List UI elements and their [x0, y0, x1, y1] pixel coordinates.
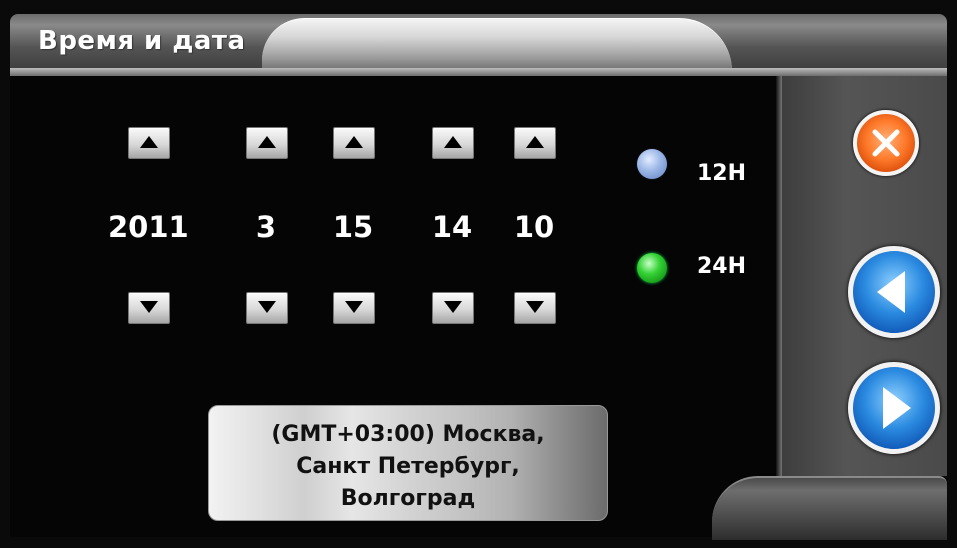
hour-up-button[interactable]: [432, 127, 474, 159]
day-down-button[interactable]: [333, 292, 375, 324]
forward-button[interactable]: [848, 362, 940, 454]
year-up-button[interactable]: [128, 127, 170, 159]
arrow-down-icon: [444, 301, 462, 313]
header-tab-decoration: [262, 18, 732, 71]
timezone-selector[interactable]: (GMT+03:00) Москва, Санкт Петербург, Вол…: [208, 405, 608, 521]
arrow-up-icon: [345, 136, 363, 148]
arrow-down-icon: [526, 301, 544, 313]
arrow-up-icon: [444, 136, 462, 148]
back-button[interactable]: [848, 246, 940, 338]
minute-value: 10: [513, 210, 555, 244]
day-value: 15: [332, 210, 374, 244]
minute-down-button[interactable]: [514, 292, 556, 324]
month-down-button[interactable]: [246, 292, 288, 324]
header-divider: [10, 68, 947, 76]
side-divider: [776, 76, 782, 476]
hour-down-button[interactable]: [432, 292, 474, 324]
arrow-down-icon: [345, 301, 363, 313]
hour-value: 14: [431, 210, 473, 244]
arrow-up-icon: [140, 136, 158, 148]
page-title: Время и дата: [38, 26, 246, 56]
timezone-line-2: Санкт Петербург,: [296, 454, 520, 479]
arrow-left-icon: [877, 271, 905, 313]
arrow-up-icon: [258, 136, 276, 148]
arrow-down-icon: [140, 301, 158, 313]
radio-24h-label: 24H: [697, 254, 747, 279]
close-button[interactable]: [853, 110, 919, 176]
minute-up-button[interactable]: [514, 127, 556, 159]
year-down-button[interactable]: [128, 292, 170, 324]
day-up-button[interactable]: [333, 127, 375, 159]
year-value: 2011: [108, 210, 189, 244]
radio-24h[interactable]: [637, 253, 667, 283]
radio-12h[interactable]: [637, 149, 667, 179]
radio-12h-label: 12H: [697, 161, 747, 186]
arrow-up-icon: [526, 136, 544, 148]
timezone-line-1: (GMT+03:00) Москва,: [271, 422, 545, 447]
month-up-button[interactable]: [246, 127, 288, 159]
arrow-right-icon: [883, 387, 911, 429]
arrow-down-icon: [258, 301, 276, 313]
bottom-tab-decoration: [712, 476, 947, 540]
time-date-screen: Время и дата 2011 3 15 14 10 12H 24H (GM…: [0, 0, 957, 548]
close-icon: [872, 129, 900, 157]
timezone-line-3: Волгоград: [340, 486, 476, 511]
month-value: 3: [255, 210, 277, 244]
